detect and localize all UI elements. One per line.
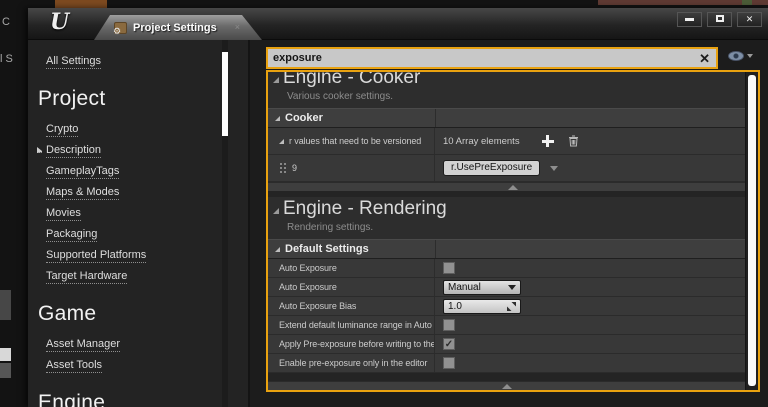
sidebar-item-movies[interactable]: Movies (46, 202, 248, 223)
property-label: Auto Exposure (279, 263, 337, 273)
window-controls: ✕ (677, 12, 762, 27)
unreal-engine-logo: U (50, 9, 69, 35)
array-element-input[interactable]: r.UsePreExposure (443, 160, 540, 176)
settings-panel: Engine - Cooker Various cooker settings.… (266, 70, 760, 392)
table-row: r values that need to be versioned 10 Ar… (268, 128, 758, 155)
section-title[interactable]: Engine - Cooker (268, 70, 758, 90)
background-text: C (2, 16, 10, 28)
table-row: Extend default luminance range in Auto E (268, 316, 758, 335)
sidebar-item-target-hardware[interactable]: Target Hardware (46, 265, 248, 286)
background-artifact (0, 363, 11, 378)
collapse-up-icon (508, 185, 518, 190)
collapse-triangle-icon (273, 77, 279, 83)
view-options-control[interactable] (728, 51, 753, 61)
collapse-up-icon (502, 384, 512, 389)
background-artifact (55, 0, 107, 8)
section-collapse-strip[interactable] (268, 381, 745, 390)
table-row: Apply Pre-exposure before writing to the… (268, 335, 758, 354)
property-label: Extend default luminance range in Auto E (279, 320, 435, 330)
delete-elements-icon[interactable] (568, 135, 579, 147)
settings-sidebar: All Settings Project Crypto Description … (28, 40, 250, 407)
sidebar-item-maps-modes[interactable]: Maps & Modes (46, 181, 248, 202)
sidebar-heading-game: Game (38, 302, 248, 326)
property-label: Auto Exposure Bias (279, 301, 356, 311)
background-artifact (0, 290, 11, 320)
section-collapse-strip[interactable] (268, 182, 758, 191)
add-element-icon[interactable] (542, 135, 554, 147)
table-row: Auto Exposure Manual (268, 278, 758, 297)
section-engine-rendering: Engine - Rendering Rendering settings. D… (268, 197, 758, 373)
chevron-down-icon (747, 54, 753, 58)
clear-search-icon[interactable]: ✕ (698, 52, 711, 65)
collapse-triangle-icon (273, 208, 279, 214)
sidebar-item-description[interactable]: Description (46, 139, 248, 160)
property-label: r values that need to be versioned (289, 136, 421, 146)
table-row: Auto Exposure Bias 1.0 (268, 297, 758, 316)
tab-close-icon[interactable]: × (235, 23, 240, 32)
sidebar-item-crypto[interactable]: Crypto (46, 118, 248, 139)
auto-exposure-bias-input[interactable]: 1.0 (443, 299, 521, 314)
table-row: Auto Exposure (268, 259, 758, 278)
auto-exposure-checkbox[interactable] (443, 262, 455, 274)
panel-scrollbar-thumb[interactable] (748, 75, 756, 386)
minimize-button[interactable] (677, 12, 702, 27)
project-settings-window: U Project Settings × ✕ All Settings Proj… (28, 8, 768, 407)
search-input[interactable] (273, 52, 698, 64)
collapse-triangle-icon[interactable] (279, 139, 284, 144)
property-label: Enable pre-exposure only in the editor (279, 358, 427, 368)
sidebar-scrollbar-thumb[interactable] (222, 52, 228, 136)
tab-label: Project Settings (133, 22, 217, 34)
section-subtitle: Rendering settings. (268, 221, 758, 239)
collapse-triangle-icon (275, 116, 280, 121)
titlebar[interactable]: U Project Settings × ✕ (28, 8, 768, 40)
expand-range-icon[interactable] (507, 302, 516, 311)
sidebar-item-asset-manager[interactable]: Asset Manager (46, 333, 248, 354)
background-artifact (742, 0, 752, 5)
section-subtitle: Various cooker settings. (268, 90, 758, 108)
project-settings-icon (114, 22, 127, 34)
eye-icon (728, 51, 744, 61)
sidebar-item-supported-platforms[interactable]: Supported Platforms (46, 244, 248, 265)
collapse-triangle-icon (275, 247, 280, 252)
category-header-default-settings[interactable]: Default Settings (268, 239, 758, 259)
property-label: Apply Pre-exposure before writing to the (279, 339, 435, 349)
sidebar-item-all-settings[interactable]: All Settings (46, 50, 248, 71)
property-label: Auto Exposure (279, 282, 337, 292)
table-row: 9 r.UsePreExposure (268, 155, 758, 182)
sidebar-item-asset-tools[interactable]: Asset Tools (46, 354, 248, 375)
settings-main-area: ✕ Engine - Cooker Various cooker setting… (250, 40, 768, 407)
sidebar-item-packaging[interactable]: Packaging (46, 223, 248, 244)
extend-luminance-range-checkbox[interactable] (443, 319, 455, 331)
array-count-label: 10 Array elements (443, 136, 520, 147)
drag-handle-icon[interactable] (280, 163, 282, 165)
tab-project-settings[interactable]: Project Settings × (94, 15, 262, 40)
editor-pre-exposure-checkbox[interactable] (443, 357, 455, 369)
expand-arrow-icon (37, 147, 42, 153)
array-index-label: 9 (292, 163, 297, 173)
close-button[interactable]: ✕ (737, 12, 762, 27)
chevron-down-icon (508, 285, 516, 290)
search-box[interactable]: ✕ (266, 47, 718, 69)
section-title[interactable]: Engine - Rendering (268, 197, 758, 221)
section-engine-cooker: Engine - Cooker Various cooker settings.… (268, 70, 758, 191)
sidebar-item-gameplaytags[interactable]: GameplayTags (46, 160, 248, 181)
category-header-cooker[interactable]: Cooker (268, 108, 758, 128)
auto-exposure-method-dropdown[interactable]: Manual (443, 280, 521, 295)
sidebar-heading-engine: Engine (38, 391, 248, 407)
apply-pre-exposure-checkbox[interactable]: ✓ (443, 338, 455, 350)
maximize-button[interactable] (707, 12, 732, 27)
background-artifact (0, 348, 11, 361)
table-row: Enable pre-exposure only in the editor (268, 354, 758, 373)
sidebar-heading-project: Project (38, 87, 248, 111)
element-options-icon[interactable] (550, 166, 558, 171)
background-text: l S (0, 53, 13, 65)
